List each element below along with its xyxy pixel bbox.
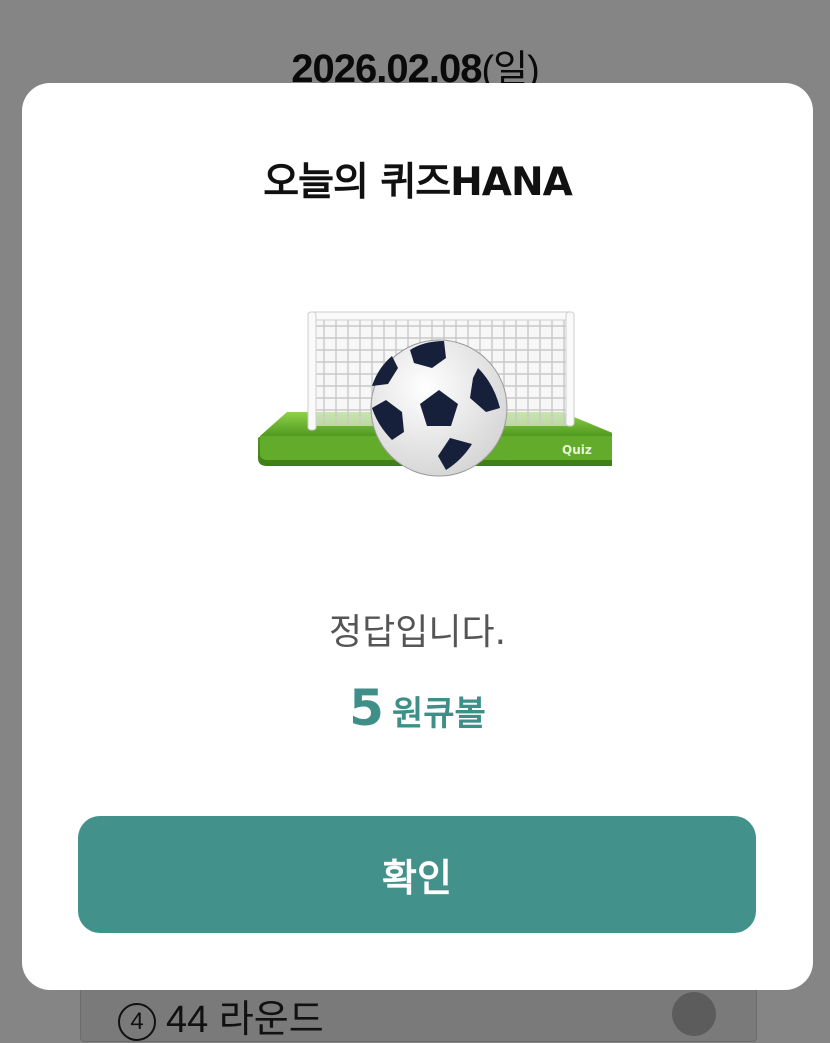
option-text: 44 라운드	[166, 999, 324, 1041]
answer-option-4: 4 44 라운드	[118, 988, 324, 1043]
reward-value: 5	[349, 679, 384, 737]
soccer-goal-icon: Quiz	[258, 311, 612, 477]
confirm-button[interactable]: 확인	[78, 816, 756, 933]
quiz-badge: Quiz	[562, 443, 592, 457]
result-message: 정답입니다.	[328, 612, 507, 653]
quiz-result-modal: 오늘의 퀴즈HANA Quiz 정답입니다. 5 원큐볼 확인	[22, 83, 813, 990]
modal-title: 오늘의 퀴즈HANA	[263, 160, 573, 205]
option-number: 4	[118, 1002, 156, 1041]
reward-unit: 원큐볼	[391, 694, 486, 734]
option-radio	[672, 992, 716, 1036]
reward-amount: 5 원큐볼	[22, 679, 813, 737]
